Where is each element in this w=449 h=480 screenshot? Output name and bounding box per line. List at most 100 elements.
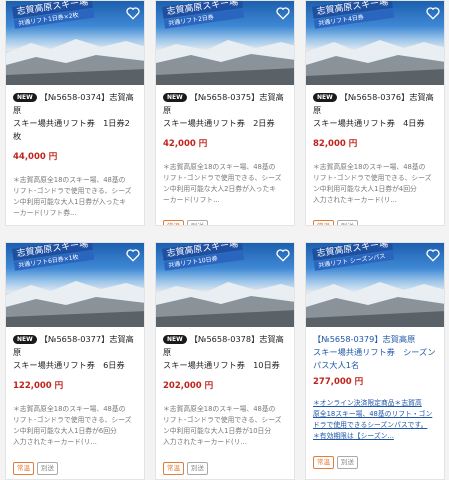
heart-outline-icon[interactable] bbox=[425, 247, 441, 263]
description-line[interactable]: ドラで使用できるシーズンパスです。 bbox=[313, 420, 438, 431]
product-photo[interactable]: 志賀高原スキー場 共通リフト1日券×2枚 bbox=[6, 1, 144, 85]
description-line: リフト･ゴンドラで使用できる、シーズ bbox=[163, 416, 282, 424]
new-badge: NEW bbox=[13, 93, 37, 102]
tag-room-temp: 常温 bbox=[13, 462, 34, 475]
product-banner: 志賀高原スキー場 共通リフト10日券 bbox=[162, 243, 245, 271]
tag-list: 常温 別送 bbox=[163, 213, 288, 225]
heart-outline-icon[interactable] bbox=[425, 5, 441, 21]
title-line-2[interactable]: スキー場共通リフト券 4日券 bbox=[313, 117, 438, 130]
product-banner: 志賀高原スキー場 共通リフト4日券 bbox=[312, 1, 395, 29]
description-line: ＊志賀高原全18のスキー場、48基の bbox=[13, 405, 126, 413]
description-line[interactable]: ＊有効期限は【シーズン... bbox=[313, 431, 438, 442]
tag-room-temp: 常温 bbox=[313, 456, 334, 469]
title-line-2[interactable]: スキー場共通リフト券 10日券 bbox=[163, 359, 288, 372]
product-banner: 志賀高原スキー場 共通リフト シーズンパス bbox=[312, 243, 395, 271]
description-line: ーカード(リフト... bbox=[163, 196, 220, 204]
mountain-scene bbox=[6, 39, 144, 85]
tag-separate-shipping: 別送 bbox=[337, 456, 358, 469]
product-banner: 志賀高原スキー場 共通リフト1日券×2枚 bbox=[12, 1, 95, 29]
title-line-3[interactable]: パス大人1名 bbox=[313, 359, 438, 372]
mountain-scene bbox=[306, 282, 444, 327]
description-line: リフト･ゴンドラで使用できる、シーズ bbox=[313, 174, 432, 182]
description-line: リフト･ゴンドラで使用できる、シーズ bbox=[13, 187, 132, 195]
new-badge: NEW bbox=[163, 335, 187, 344]
heart-outline-icon[interactable] bbox=[125, 247, 141, 263]
tag-separate-shipping: 別送 bbox=[187, 462, 208, 475]
product-title[interactable]: 【№5658-0379】志賀高原 bbox=[313, 333, 438, 346]
tag-room-temp: 常温 bbox=[163, 462, 184, 475]
description-line: 入力されたキーカード(リ... bbox=[163, 438, 247, 446]
product-title[interactable]: NEW 【№5658-0374】志賀高原 bbox=[13, 91, 138, 117]
description-line: ン中利用可能な大人1日券が10日分 bbox=[163, 427, 272, 435]
title-line-2[interactable]: スキー場共通リフト券 2日券 bbox=[163, 117, 288, 130]
tag-list: 常温 別送 bbox=[313, 449, 438, 469]
new-badge: NEW bbox=[313, 93, 337, 102]
product-description: ＊志賀高原全18のスキー場、48基の リフト･ゴンドラで使用できる、シーズ ン中… bbox=[13, 175, 138, 219]
tag-separate-shipping: 別送 bbox=[37, 462, 58, 475]
product-card[interactable]: 志賀高原スキー場 共通リフト4日券 NEW 【№5658-0376】志賀高原 スキ… bbox=[305, 0, 445, 226]
description-line: ＊志賀高原全18のスキー場、48基の bbox=[313, 163, 426, 171]
product-description: ＊志賀高原全18のスキー場、48基の リフト･ゴンドラで使用できる、シーズ ン中… bbox=[163, 162, 288, 206]
heart-outline-icon[interactable] bbox=[275, 247, 291, 263]
product-photo[interactable]: 志賀高原スキー場 共通リフト2日券 bbox=[156, 1, 294, 85]
product-price: 44,000 円 bbox=[13, 152, 58, 162]
product-banner: 志賀高原スキー場 共通リフト2日券 bbox=[162, 1, 245, 29]
product-photo[interactable]: 志賀高原スキー場 共通リフト10日券 bbox=[156, 243, 294, 327]
description-line: ン中利用可能な大人2日券が入ったキ bbox=[163, 185, 277, 193]
mountain-scene bbox=[156, 40, 294, 85]
description-line: ン中利用可能な大人1日券が6回分 bbox=[13, 427, 117, 435]
tag-list: 常温 別送 bbox=[13, 455, 138, 475]
description-line: ＊志賀高原全18のスキー場、48基の bbox=[163, 405, 276, 413]
product-title[interactable]: NEW 【№5658-0377】志賀高原 bbox=[13, 333, 138, 359]
tag-list: 常温 別送 bbox=[313, 213, 438, 225]
description-line: ーカード(リフト券... bbox=[13, 209, 77, 217]
product-banner: 志賀高原スキー場 共通リフト6日券×1枚 bbox=[12, 243, 95, 271]
description-line: ＊志賀高原全18のスキー場、48基の bbox=[13, 176, 126, 184]
product-card[interactable]: 志賀高原スキー場 共通リフト10日券 NEW 【№5658-0378】志賀高原 ス… bbox=[155, 242, 295, 480]
product-photo[interactable]: 志賀高原スキー場 共通リフト4日券 bbox=[306, 1, 444, 85]
description-line[interactable]: ＊オンライン決済限定商品＊志賀高 bbox=[313, 398, 438, 409]
tag-separate-shipping: 別送 bbox=[337, 220, 358, 225]
product-photo[interactable]: 志賀高原スキー場 共通リフト6日券×1枚 bbox=[6, 243, 144, 327]
new-badge: NEW bbox=[163, 93, 187, 102]
product-card[interactable]: 志賀高原スキー場 共通リフト シーズンパス 【№5658-0379】志賀高原 ス… bbox=[305, 242, 445, 480]
product-card[interactable]: 志賀高原スキー場 共通リフト2日券 NEW 【№5658-0375】志賀高原 スキ… bbox=[155, 0, 295, 226]
product-price: 122,000 円 bbox=[13, 381, 64, 391]
product-card[interactable]: 志賀高原スキー場 共通リフト1日券×2枚 NEW 【№5658-0374】志賀高原… bbox=[5, 0, 145, 226]
new-badge: NEW bbox=[13, 335, 37, 344]
product-description: ＊志賀高原全18のスキー場、48基の リフト･ゴンドラで使用できる、シーズ ン中… bbox=[13, 404, 138, 448]
description-line: リフト･ゴンドラで使用できる、シーズ bbox=[163, 174, 282, 182]
title-line-2[interactable]: スキー場共通リフト券 シーズン bbox=[313, 346, 438, 359]
product-title[interactable]: NEW 【№5658-0378】志賀高原 bbox=[163, 333, 288, 359]
description-line: 入力されたキーカード(リ... bbox=[313, 196, 397, 204]
mountain-scene bbox=[6, 281, 144, 327]
description-line: 入力されたキーカード(リ... bbox=[13, 438, 97, 446]
product-price: 82,000 円 bbox=[313, 139, 358, 149]
mountain-scene bbox=[156, 282, 294, 327]
description-line: リフト･ゴンドラで使用できる、シーズ bbox=[13, 416, 132, 424]
description-line[interactable]: 原全18スキー場、48基のリフト・ゴン bbox=[313, 409, 438, 420]
tag-room-temp: 常温 bbox=[163, 220, 184, 225]
tag-separate-shipping: 別送 bbox=[187, 220, 208, 225]
heart-outline-icon[interactable] bbox=[125, 5, 141, 21]
heart-outline-icon[interactable] bbox=[275, 5, 291, 21]
product-price: 42,000 円 bbox=[163, 139, 208, 149]
product-price: 202,000 円 bbox=[163, 381, 214, 391]
mountain-scene bbox=[306, 40, 444, 85]
title-line-2[interactable]: スキー場共通リフト券 1日券2枚 bbox=[13, 117, 138, 143]
product-grid: 志賀高原スキー場 共通リフト1日券×2枚 NEW 【№5658-0374】志賀高原… bbox=[0, 0, 449, 480]
title-line-2[interactable]: スキー場共通リフト券 6日券 bbox=[13, 359, 138, 372]
description-line: ン中利用可能な大人1日券が入ったキ bbox=[13, 198, 127, 206]
product-card[interactable]: 志賀高原スキー場 共通リフト6日券×1枚 NEW 【№5658-0377】志賀高原… bbox=[5, 242, 145, 480]
tag-room-temp: 常温 bbox=[313, 220, 334, 225]
description-line: ＊志賀高原全18のスキー場、48基の bbox=[163, 163, 276, 171]
product-price: 277,000 円 bbox=[313, 377, 364, 387]
product-description[interactable]: ＊オンライン決済限定商品＊志賀高 原全18スキー場、48基のリフト・ゴン ドラで… bbox=[313, 398, 438, 442]
product-description: ＊志賀高原全18のスキー場、48基の リフト･ゴンドラで使用できる、シーズ ン中… bbox=[313, 162, 438, 206]
product-title[interactable]: NEW 【№5658-0375】志賀高原 bbox=[163, 91, 288, 117]
product-photo[interactable]: 志賀高原スキー場 共通リフト シーズンパス bbox=[306, 243, 444, 327]
product-title[interactable]: NEW 【№5658-0376】志賀高原 bbox=[313, 91, 438, 117]
description-line: ン中利用可能な大人1日券が4回分 bbox=[313, 185, 417, 193]
product-description: ＊志賀高原全18のスキー場、48基の リフト･ゴンドラで使用できる、シーズ ン中… bbox=[163, 404, 288, 448]
tag-list: 常温 別送 bbox=[163, 455, 288, 475]
